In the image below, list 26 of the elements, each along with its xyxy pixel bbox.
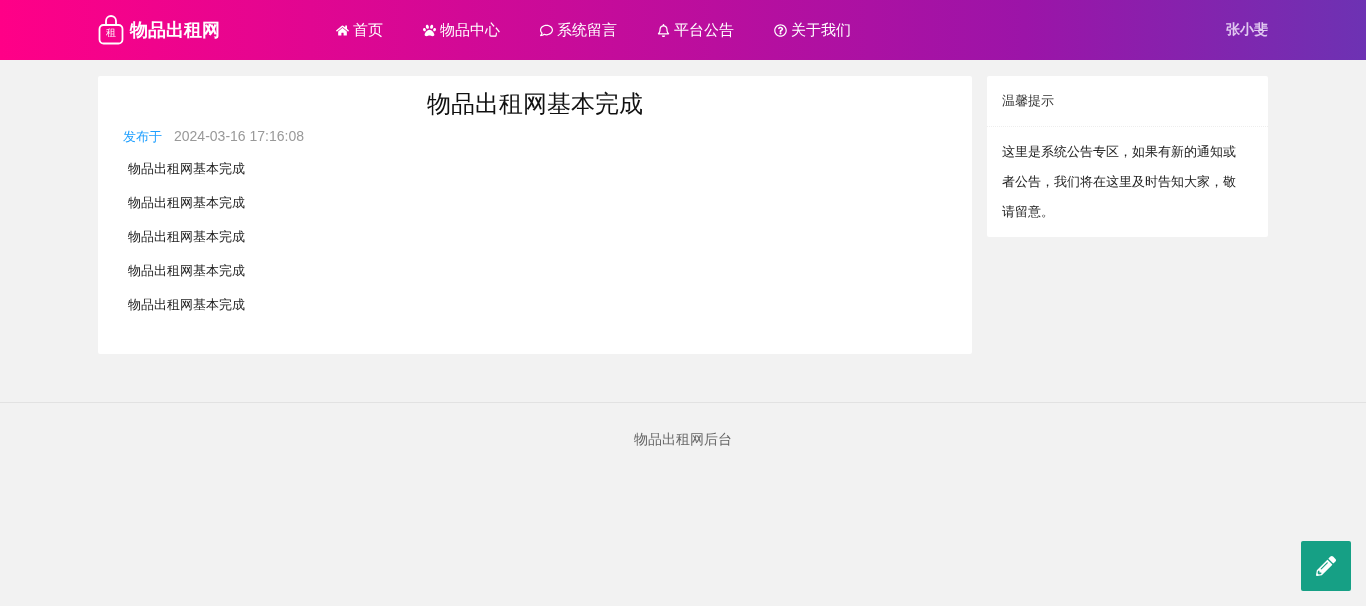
- nav-link[interactable]: 系统留言: [520, 20, 637, 40]
- nav-icon: [657, 23, 670, 37]
- user-name[interactable]: 张小斐: [1226, 21, 1268, 39]
- nav-link[interactable]: 首页: [316, 20, 403, 40]
- published-label: 发布于: [123, 128, 162, 146]
- article-paragraph: 物品出租网基本完成: [128, 160, 246, 178]
- published-time: 2024-03-16 17:16:08: [174, 128, 304, 146]
- notice-text: 这里是系统公告专区，如果有新的通知或者公告，我们将在这里及时告知大家，敬请留意。: [1001, 143, 1237, 221]
- article-paragraph: 物品出租网基本完成: [128, 296, 246, 314]
- footer-text: 物品出租网后台: [634, 431, 732, 447]
- nav-link[interactable]: 平台公告: [637, 20, 754, 40]
- nav-icon: [336, 23, 349, 37]
- article-paragraph: 物品出租网基本完成: [128, 194, 246, 212]
- nav-icon: [540, 23, 553, 37]
- notice-title: 温馨提示: [987, 76, 1268, 127]
- pencil-icon: [1316, 556, 1336, 576]
- article-paragraph: 物品出租网基本完成: [128, 228, 246, 246]
- nav-icon: [423, 23, 436, 37]
- article-title: 物品出租网基本完成: [426, 89, 644, 120]
- article-paragraph: 物品出租网基本完成: [128, 262, 246, 280]
- edit-button[interactable]: [1301, 541, 1351, 591]
- site-name: 物品出租网: [130, 18, 220, 42]
- nav-link[interactable]: 物品中心: [403, 20, 520, 40]
- nav-icon: [774, 23, 787, 37]
- nav-link[interactable]: 关于我们: [754, 20, 871, 40]
- site-logo[interactable]: 租 物品出租网: [98, 15, 316, 45]
